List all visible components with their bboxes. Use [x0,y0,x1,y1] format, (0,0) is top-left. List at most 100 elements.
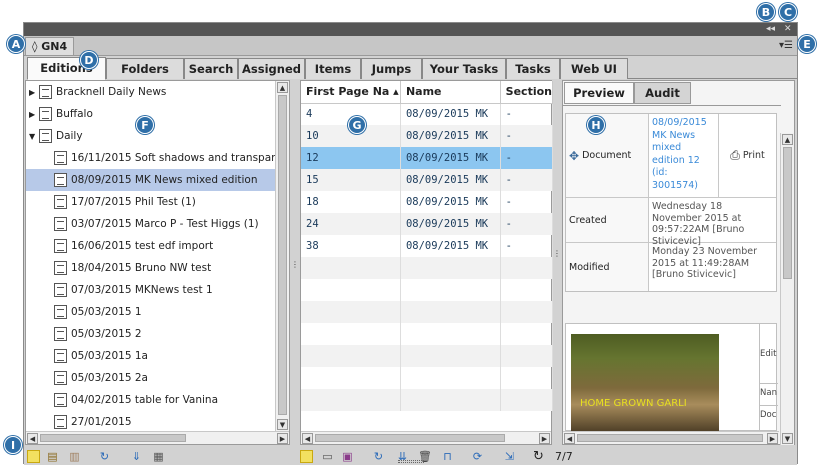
tree-horizontal-scrollbar[interactable]: ◀ ▶ [26,431,289,444]
tree-item[interactable]: 07/03/2015 MKNews test 1 [26,279,276,301]
tree-item-label: 18/04/2015 Bruno NW test [71,262,212,274]
refresh-icon[interactable]: ↻ [98,450,111,463]
created-value: Wednesday 18 November 2015 at 09:57:22AM… [652,201,745,247]
gn4-tab[interactable]: ◊ GN4 [25,37,75,55]
created-label: Created [566,198,649,242]
copy-edition-icon[interactable]: ▥ [68,450,81,463]
tab-web-ui[interactable]: Web UI [560,58,628,79]
document-cell: ✥ Document [566,114,649,197]
tree-item[interactable]: 03/07/2015 Marco P - Test Higgs (1) [26,213,276,235]
scroll-thumb[interactable] [577,434,763,442]
table-cell: - [500,213,553,235]
document-link[interactable]: 08/09/2015 MK News mixed edition 12 (id:… [649,114,719,197]
reload-icon[interactable]: ↻ [532,450,545,463]
menu-icon[interactable]: ▾☰ [779,40,793,51]
tab-jumps[interactable]: Jumps [361,58,422,79]
scroll-down-icon[interactable]: ▼ [782,433,793,444]
scroll-thumb[interactable] [783,147,792,279]
scroll-thumb[interactable] [315,434,505,442]
tab-tasks[interactable]: Tasks [506,58,560,79]
table-cell: - [500,191,553,213]
preview-vertical-scrollbar[interactable]: ▲ ▼ [780,133,794,445]
tab-search[interactable]: Search [184,58,238,79]
double-chevron-left-icon[interactable]: ◂◂ [766,23,775,36]
download-icon[interactable]: ⇓ [130,450,143,463]
pages-icon[interactable]: ▦ [152,450,165,463]
badge-e: E [798,35,816,53]
scroll-right-icon[interactable]: ▶ [767,433,778,444]
sync-icon[interactable]: ⟳ [471,450,484,463]
page-icon[interactable]: ▭ [321,450,334,463]
tree-item[interactable]: 05/03/2015 1 [26,301,276,323]
tab-items[interactable]: Items [305,58,361,79]
table-cell: 08/09/2015 MK [400,147,501,169]
tree-item[interactable]: 04/02/2015 table for Vanina [26,389,276,411]
new-edition-icon[interactable] [27,450,40,463]
expanded-arrow-icon[interactable]: ▼ [29,126,39,148]
tree-item[interactable]: 16/06/2015 test edf import [26,235,276,257]
tree-vertical-scrollbar[interactable]: ▲ ▼ [275,81,289,431]
open-folder-icon[interactable]: ▤ [46,450,59,463]
scroll-left-icon[interactable]: ◀ [302,433,313,444]
print-button[interactable]: ⎙ Print [719,114,776,197]
preview-horizontal-scrollbar[interactable]: ◀ ▶ [563,431,779,444]
tree-item[interactable]: 05/03/2015 2 [26,323,276,345]
scroll-left-icon[interactable]: ◀ [564,433,575,444]
lock-icon[interactable]: ⊓ [441,450,454,463]
tree-item[interactable]: 27/01/2015 [26,411,276,431]
tree-item[interactable]: 18/04/2015 Bruno NW test [26,257,276,279]
tree-item[interactable]: 05/03/2015 2a [26,367,276,389]
page-color-icon[interactable]: ▣ [341,450,354,463]
tab-assigned[interactable]: Assigned [238,58,305,79]
table-row[interactable]: 10 08/09/2015 MK - [301,125,553,147]
tree-item-label: 05/03/2015 2a [71,372,148,384]
tab-your-tasks[interactable]: Your Tasks [422,58,506,79]
table-cell: 08/09/2015 MK [400,103,501,125]
table-row[interactable]: 12 08/09/2015 MK - [301,147,553,169]
table-cell: 08/09/2015 MK [400,125,501,147]
column-header-first-page[interactable]: First Page Na ▴ [301,81,401,104]
refresh-pages-icon[interactable]: ↻ [372,450,385,463]
badge-b: B [757,3,775,21]
close-icon[interactable]: ✕ [784,23,792,36]
table-row[interactable]: 18 08/09/2015 MK - [301,191,553,213]
scroll-thumb[interactable] [40,434,186,442]
scroll-left-icon[interactable]: ◀ [27,433,38,444]
scroll-right-icon[interactable]: ▶ [539,433,550,444]
collapsed-arrow-icon[interactable]: ▶ [29,104,39,126]
scroll-down-icon[interactable]: ▼ [277,419,288,430]
tab-preview[interactable]: Preview [564,82,634,104]
badge-d: D [80,51,98,69]
tree-item[interactable]: 05/03/2015 1a [26,345,276,367]
resize-grip-icon[interactable] [398,460,424,463]
gn4-panel: ◂◂ ✕ ◊ GN4 ▾☰ Editions Folders Search As… [23,22,798,465]
tab-audit[interactable]: Audit [634,82,691,104]
tree-item[interactable]: 17/07/2015 Phil Test (1) [26,191,276,213]
tree-item[interactable]: 16/11/2015 Soft shadows and transparenci… [26,147,276,169]
scroll-up-icon[interactable]: ▲ [782,134,793,145]
new-page-icon[interactable] [300,450,313,463]
tree-item[interactable]: ▶ Bracknell Daily News [26,81,276,103]
scroll-up-icon[interactable]: ▲ [277,82,288,93]
grid-horizontal-scrollbar[interactable]: ◀ ▶ [301,431,551,444]
tree-item-label: 07/03/2015 MKNews test 1 [71,284,213,296]
table-row[interactable]: 24 08/09/2015 MK - [301,213,553,235]
splitter-handle-icon[interactable]: ⋮ [553,249,561,265]
tab-folders[interactable]: Folders [106,58,184,79]
collapsed-arrow-icon[interactable]: ▶ [29,82,39,104]
empty-row [301,345,553,367]
tree-item-label: 16/06/2015 test edf import [71,240,214,252]
scroll-thumb[interactable] [278,95,287,415]
table-row[interactable]: 38 08/09/2015 MK - [301,235,553,257]
export-icon[interactable]: ⇲ [503,450,516,463]
tree-item[interactable]: 08/09/2015 MK News mixed edition [26,169,276,191]
table-cell: - [500,235,553,257]
edition-icon [54,349,67,363]
splitter-handle-icon[interactable]: ⋮ [291,260,299,276]
scroll-right-icon[interactable]: ▶ [277,433,288,444]
table-row[interactable]: 15 08/09/2015 MK - [301,169,553,191]
column-header-section[interactable]: Section [500,81,553,104]
column-header-name[interactable]: Name [400,81,501,104]
table-row[interactable]: 4 08/09/2015 MK - [301,103,553,125]
main-tabs: Editions Folders Search Assigned Items J… [27,57,797,80]
